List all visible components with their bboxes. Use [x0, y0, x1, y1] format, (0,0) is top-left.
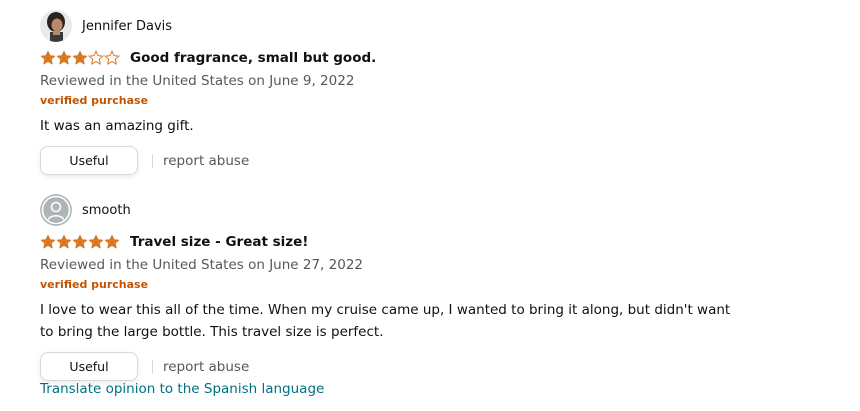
star-rating[interactable] [40, 234, 120, 250]
star-filled-icon [40, 234, 56, 249]
star-filled-icon [104, 234, 120, 249]
review-title[interactable]: Travel size - Great size! [130, 234, 308, 250]
star-empty-icon [104, 50, 120, 65]
useful-button[interactable]: Useful [40, 352, 138, 381]
verified-purchase-badge: verified purchase [40, 94, 149, 107]
star-empty-icon [88, 50, 104, 65]
rating-line: Good fragrance, small but good. [40, 48, 840, 68]
action-divider [152, 153, 153, 168]
rating-line: Travel size - Great size! [40, 232, 840, 252]
review-date: Reviewed in the United States on June 27… [40, 257, 363, 273]
star-filled-icon [56, 234, 72, 249]
star-filled-icon [88, 234, 104, 249]
review-date: Reviewed in the United States on June 9,… [40, 73, 355, 89]
default-user-icon[interactable] [40, 194, 72, 226]
reviewer-name[interactable]: smooth [82, 203, 131, 218]
review-actions: Useful report abuse [40, 351, 840, 382]
reviewer-profile[interactable]: Jennifer Davis [40, 10, 840, 42]
reviewer-name[interactable]: Jennifer Davis [82, 19, 172, 34]
translate-opinion-link[interactable]: Translate opinion to the Spanish languag… [40, 381, 324, 397]
review-title[interactable]: Good fragrance, small but good. [130, 50, 376, 66]
star-rating[interactable] [40, 50, 120, 66]
review-body: It was an amazing gift. [40, 118, 194, 134]
reviewer-avatar-photo[interactable] [40, 10, 72, 42]
reviewer-profile[interactable]: smooth [40, 194, 840, 226]
action-divider [152, 359, 153, 374]
star-filled-icon [56, 50, 72, 65]
report-abuse-link[interactable]: report abuse [163, 359, 249, 375]
verified-purchase-badge: verified purchase [40, 278, 149, 291]
star-filled-icon [40, 50, 56, 65]
useful-button[interactable]: Useful [40, 146, 138, 175]
star-filled-icon [72, 234, 88, 249]
review-actions: Useful report abuse [40, 145, 840, 176]
review-card: Jennifer Davis Good fragrance, small but… [40, 10, 840, 176]
star-filled-icon [72, 50, 88, 65]
review-body: I love to wear this all of the time. Whe… [40, 302, 731, 340]
report-abuse-link[interactable]: report abuse [163, 153, 249, 169]
review-card: smooth Travel size - Great size! Reviewe… [40, 194, 840, 382]
